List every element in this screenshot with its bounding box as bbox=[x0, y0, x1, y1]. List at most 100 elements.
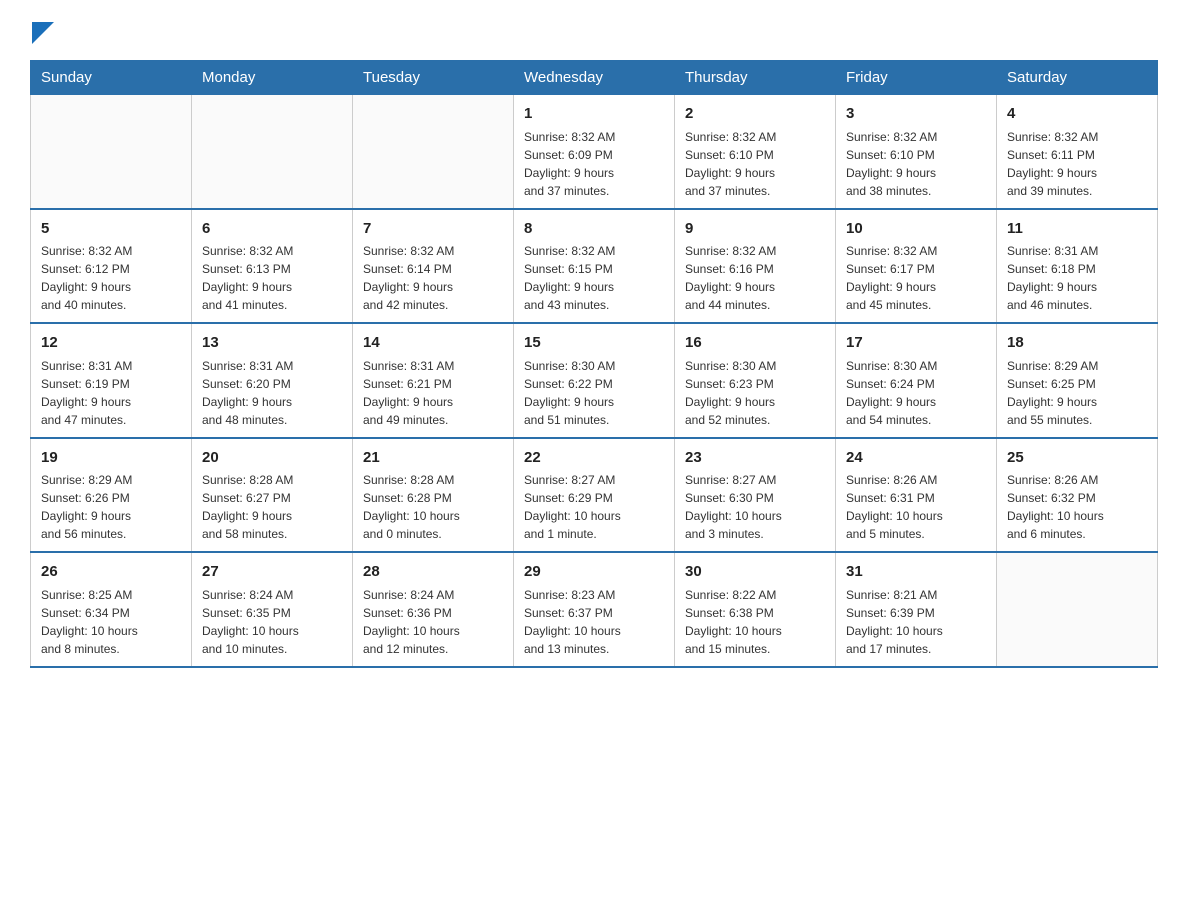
day-info: Sunrise: 8:25 AM Sunset: 6:34 PM Dayligh… bbox=[41, 586, 181, 658]
table-row: 16Sunrise: 8:30 AM Sunset: 6:23 PM Dayli… bbox=[675, 323, 836, 438]
table-row: 22Sunrise: 8:27 AM Sunset: 6:29 PM Dayli… bbox=[514, 438, 675, 553]
table-row: 9Sunrise: 8:32 AM Sunset: 6:16 PM Daylig… bbox=[675, 209, 836, 324]
day-info: Sunrise: 8:30 AM Sunset: 6:22 PM Dayligh… bbox=[524, 357, 664, 429]
day-info: Sunrise: 8:27 AM Sunset: 6:29 PM Dayligh… bbox=[524, 471, 664, 543]
calendar-week-row: 26Sunrise: 8:25 AM Sunset: 6:34 PM Dayli… bbox=[31, 552, 1158, 667]
col-thursday: Thursday bbox=[675, 61, 836, 95]
col-wednesday: Wednesday bbox=[514, 61, 675, 95]
col-monday: Monday bbox=[192, 61, 353, 95]
day-info: Sunrise: 8:21 AM Sunset: 6:39 PM Dayligh… bbox=[846, 586, 986, 658]
day-info: Sunrise: 8:28 AM Sunset: 6:28 PM Dayligh… bbox=[363, 471, 503, 543]
day-number: 17 bbox=[846, 332, 986, 355]
table-row: 23Sunrise: 8:27 AM Sunset: 6:30 PM Dayli… bbox=[675, 438, 836, 553]
day-number: 13 bbox=[202, 332, 342, 355]
day-number: 26 bbox=[41, 561, 181, 584]
day-info: Sunrise: 8:24 AM Sunset: 6:36 PM Dayligh… bbox=[363, 586, 503, 658]
day-info: Sunrise: 8:31 AM Sunset: 6:20 PM Dayligh… bbox=[202, 357, 342, 429]
calendar-body: 1Sunrise: 8:32 AM Sunset: 6:09 PM Daylig… bbox=[31, 95, 1158, 667]
day-info: Sunrise: 8:32 AM Sunset: 6:10 PM Dayligh… bbox=[685, 128, 825, 200]
table-row: 20Sunrise: 8:28 AM Sunset: 6:27 PM Dayli… bbox=[192, 438, 353, 553]
table-row: 4Sunrise: 8:32 AM Sunset: 6:11 PM Daylig… bbox=[997, 95, 1158, 209]
day-number: 3 bbox=[846, 103, 986, 126]
calendar-week-row: 12Sunrise: 8:31 AM Sunset: 6:19 PM Dayli… bbox=[31, 323, 1158, 438]
day-info: Sunrise: 8:29 AM Sunset: 6:25 PM Dayligh… bbox=[1007, 357, 1147, 429]
col-tuesday: Tuesday bbox=[353, 61, 514, 95]
table-row bbox=[353, 95, 514, 209]
table-row: 7Sunrise: 8:32 AM Sunset: 6:14 PM Daylig… bbox=[353, 209, 514, 324]
table-row: 19Sunrise: 8:29 AM Sunset: 6:26 PM Dayli… bbox=[31, 438, 192, 553]
day-info: Sunrise: 8:30 AM Sunset: 6:24 PM Dayligh… bbox=[846, 357, 986, 429]
day-info: Sunrise: 8:32 AM Sunset: 6:13 PM Dayligh… bbox=[202, 242, 342, 314]
day-number: 14 bbox=[363, 332, 503, 355]
logo-triangle-icon bbox=[32, 22, 54, 44]
table-row: 15Sunrise: 8:30 AM Sunset: 6:22 PM Dayli… bbox=[514, 323, 675, 438]
day-number: 15 bbox=[524, 332, 664, 355]
day-number: 6 bbox=[202, 218, 342, 241]
day-info: Sunrise: 8:26 AM Sunset: 6:32 PM Dayligh… bbox=[1007, 471, 1147, 543]
day-number: 11 bbox=[1007, 218, 1147, 241]
day-number: 29 bbox=[524, 561, 664, 584]
day-info: Sunrise: 8:26 AM Sunset: 6:31 PM Dayligh… bbox=[846, 471, 986, 543]
table-row: 12Sunrise: 8:31 AM Sunset: 6:19 PM Dayli… bbox=[31, 323, 192, 438]
table-row: 31Sunrise: 8:21 AM Sunset: 6:39 PM Dayli… bbox=[836, 552, 997, 667]
logo bbox=[30, 20, 54, 40]
table-row: 21Sunrise: 8:28 AM Sunset: 6:28 PM Dayli… bbox=[353, 438, 514, 553]
day-info: Sunrise: 8:31 AM Sunset: 6:19 PM Dayligh… bbox=[41, 357, 181, 429]
table-row: 30Sunrise: 8:22 AM Sunset: 6:38 PM Dayli… bbox=[675, 552, 836, 667]
day-info: Sunrise: 8:32 AM Sunset: 6:09 PM Dayligh… bbox=[524, 128, 664, 200]
day-number: 30 bbox=[685, 561, 825, 584]
calendar-week-row: 5Sunrise: 8:32 AM Sunset: 6:12 PM Daylig… bbox=[31, 209, 1158, 324]
table-row: 5Sunrise: 8:32 AM Sunset: 6:12 PM Daylig… bbox=[31, 209, 192, 324]
day-info: Sunrise: 8:23 AM Sunset: 6:37 PM Dayligh… bbox=[524, 586, 664, 658]
day-info: Sunrise: 8:31 AM Sunset: 6:21 PM Dayligh… bbox=[363, 357, 503, 429]
day-info: Sunrise: 8:32 AM Sunset: 6:16 PM Dayligh… bbox=[685, 242, 825, 314]
table-row bbox=[31, 95, 192, 209]
day-number: 20 bbox=[202, 447, 342, 470]
table-row: 29Sunrise: 8:23 AM Sunset: 6:37 PM Dayli… bbox=[514, 552, 675, 667]
day-number: 5 bbox=[41, 218, 181, 241]
table-row: 10Sunrise: 8:32 AM Sunset: 6:17 PM Dayli… bbox=[836, 209, 997, 324]
day-number: 23 bbox=[685, 447, 825, 470]
day-number: 8 bbox=[524, 218, 664, 241]
day-info: Sunrise: 8:32 AM Sunset: 6:10 PM Dayligh… bbox=[846, 128, 986, 200]
day-info: Sunrise: 8:32 AM Sunset: 6:15 PM Dayligh… bbox=[524, 242, 664, 314]
day-number: 18 bbox=[1007, 332, 1147, 355]
table-row bbox=[192, 95, 353, 209]
day-info: Sunrise: 8:32 AM Sunset: 6:14 PM Dayligh… bbox=[363, 242, 503, 314]
table-row: 11Sunrise: 8:31 AM Sunset: 6:18 PM Dayli… bbox=[997, 209, 1158, 324]
day-number: 22 bbox=[524, 447, 664, 470]
day-number: 16 bbox=[685, 332, 825, 355]
day-number: 24 bbox=[846, 447, 986, 470]
table-row: 26Sunrise: 8:25 AM Sunset: 6:34 PM Dayli… bbox=[31, 552, 192, 667]
table-row: 17Sunrise: 8:30 AM Sunset: 6:24 PM Dayli… bbox=[836, 323, 997, 438]
day-number: 12 bbox=[41, 332, 181, 355]
table-row bbox=[997, 552, 1158, 667]
day-info: Sunrise: 8:29 AM Sunset: 6:26 PM Dayligh… bbox=[41, 471, 181, 543]
calendar-week-row: 1Sunrise: 8:32 AM Sunset: 6:09 PM Daylig… bbox=[31, 95, 1158, 209]
day-number: 9 bbox=[685, 218, 825, 241]
day-info: Sunrise: 8:22 AM Sunset: 6:38 PM Dayligh… bbox=[685, 586, 825, 658]
table-row: 6Sunrise: 8:32 AM Sunset: 6:13 PM Daylig… bbox=[192, 209, 353, 324]
day-number: 31 bbox=[846, 561, 986, 584]
table-row: 14Sunrise: 8:31 AM Sunset: 6:21 PM Dayli… bbox=[353, 323, 514, 438]
table-row: 13Sunrise: 8:31 AM Sunset: 6:20 PM Dayli… bbox=[192, 323, 353, 438]
calendar-header-row: Sunday Monday Tuesday Wednesday Thursday… bbox=[31, 61, 1158, 95]
table-row: 24Sunrise: 8:26 AM Sunset: 6:31 PM Dayli… bbox=[836, 438, 997, 553]
calendar-table: Sunday Monday Tuesday Wednesday Thursday… bbox=[30, 60, 1158, 668]
day-info: Sunrise: 8:32 AM Sunset: 6:12 PM Dayligh… bbox=[41, 242, 181, 314]
day-number: 21 bbox=[363, 447, 503, 470]
day-number: 1 bbox=[524, 103, 664, 126]
day-number: 2 bbox=[685, 103, 825, 126]
col-friday: Friday bbox=[836, 61, 997, 95]
day-info: Sunrise: 8:32 AM Sunset: 6:11 PM Dayligh… bbox=[1007, 128, 1147, 200]
day-info: Sunrise: 8:31 AM Sunset: 6:18 PM Dayligh… bbox=[1007, 242, 1147, 314]
calendar-week-row: 19Sunrise: 8:29 AM Sunset: 6:26 PM Dayli… bbox=[31, 438, 1158, 553]
day-info: Sunrise: 8:24 AM Sunset: 6:35 PM Dayligh… bbox=[202, 586, 342, 658]
table-row: 3Sunrise: 8:32 AM Sunset: 6:10 PM Daylig… bbox=[836, 95, 997, 209]
col-sunday: Sunday bbox=[31, 61, 192, 95]
day-number: 25 bbox=[1007, 447, 1147, 470]
day-number: 27 bbox=[202, 561, 342, 584]
table-row: 1Sunrise: 8:32 AM Sunset: 6:09 PM Daylig… bbox=[514, 95, 675, 209]
page-header bbox=[30, 20, 1158, 40]
col-saturday: Saturday bbox=[997, 61, 1158, 95]
